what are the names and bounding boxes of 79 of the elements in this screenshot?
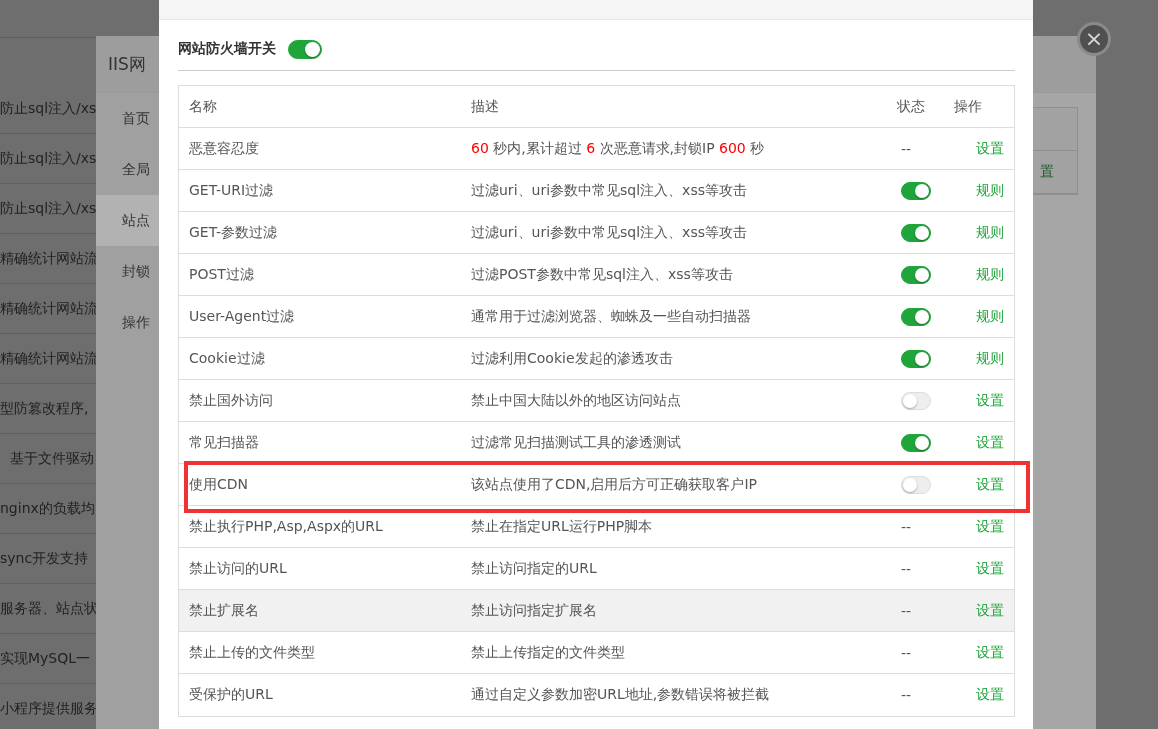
action-link[interactable]: 规则 <box>976 307 1004 324</box>
table-cell-text: 禁止上传的文件类型 <box>188 643 316 662</box>
table-cell-text: 禁止访问的URL <box>188 559 288 578</box>
action-link[interactable]: 设置 <box>976 139 1004 156</box>
table-cell-text: 过滤uri、uri参数中常见sql注入、xss等攻击 <box>470 223 748 242</box>
list-item-text: 基于文件驱动 <box>9 449 94 468</box>
status-text: -- <box>901 140 912 157</box>
column-header: 描述 <box>470 97 500 116</box>
toggle-switch[interactable] <box>901 265 931 284</box>
table-cell-text: User-Agent过滤 <box>188 307 296 326</box>
list-item-text: sync开发支持 <box>0 549 89 568</box>
table-cell-text: POST过滤 <box>188 265 255 284</box>
table-cell-text: 禁止国外访问 <box>188 391 274 410</box>
table-cell-text: 过滤uri、uri参数中常见sql注入、xss等攻击 <box>470 181 748 200</box>
list-item-text: 型防篡改程序, <box>0 399 89 418</box>
table-cell-text: 禁止访问指定的URL <box>470 559 598 578</box>
menu-item[interactable]: 封锁 <box>96 246 159 297</box>
table-cell-text: 禁止上传指定的文件类型 <box>470 643 626 662</box>
action-link[interactable]: 设置 <box>976 686 1004 702</box>
table-cell-text: 60 秒内,累计超过 6 次恶意请求,封锁IP 600 秒 <box>470 139 766 158</box>
table-cell-text: 通常用于过滤浏览器、蜘蛛及一些自动扫描器 <box>470 307 752 326</box>
status-text: -- <box>901 560 912 577</box>
table-cell-text: 过滤利用Cookie发起的渗透攻击 <box>470 349 674 368</box>
status-text: -- <box>901 602 912 619</box>
status-text: -- <box>901 518 912 535</box>
toggle-switch[interactable] <box>901 349 931 368</box>
action-link[interactable]: 规则 <box>976 223 1004 240</box>
action-link[interactable]: 设置 <box>976 433 1004 450</box>
toggle-switch[interactable] <box>288 39 322 59</box>
list-item-text: nginx的负载均 <box>0 499 95 518</box>
column-header: 操作 <box>953 97 983 116</box>
menu-item[interactable]: 首页 <box>96 93 159 144</box>
list-item-text: 小程序提供服务 <box>0 699 98 718</box>
action-link[interactable]: 设置 <box>976 643 1004 660</box>
menu-item[interactable]: 全局 <box>96 144 159 195</box>
table-cell-text: 过滤POST参数中常见sql注入、xss等攻击 <box>470 265 734 284</box>
action-link[interactable]: 设置 <box>976 391 1004 408</box>
table-cell-text: 禁止访问指定扩展名 <box>470 601 598 620</box>
status-text: -- <box>901 644 912 661</box>
table-cell-text: 恶意容忍度 <box>188 139 260 158</box>
menu-item[interactable]: 站点 <box>96 195 159 246</box>
action-link[interactable]: 规则 <box>976 265 1004 282</box>
action-link[interactable]: 设置 <box>976 601 1004 618</box>
action-link[interactable]: 设置 <box>976 559 1004 576</box>
column-header: 名称 <box>188 97 218 116</box>
table-cell-text: 禁止中国大陆以外的地区访问站点 <box>470 391 682 410</box>
action-link[interactable]: 设置 <box>976 517 1004 534</box>
list-item-text: 防止sql注入/xs <box>0 149 97 168</box>
list-item-text: 实现MySQL一 <box>0 649 91 668</box>
toggle-switch[interactable] <box>901 223 931 242</box>
close-button[interactable]: × <box>1077 22 1111 56</box>
table-cell-text: 该站点使用了CDN,启用后方可正确获取客户IP <box>470 475 759 494</box>
table-cell-text: 受保护的URL <box>188 686 274 704</box>
list-item-text: 防止sql注入/xs <box>0 99 97 118</box>
toggle-switch[interactable] <box>901 181 931 200</box>
table-cell-text: 通过自定义参数加密URL地址,参数错误将被拦截 <box>470 686 771 704</box>
list-item-text: 防止sql注入/xs <box>0 199 97 218</box>
toggle-switch[interactable] <box>901 433 931 452</box>
table-cell-text: 常见扫描器 <box>188 433 260 452</box>
menu-item[interactable]: 操作 <box>96 297 159 348</box>
table-cell-text: 禁止执行PHP,Asp,Aspx的URL <box>188 517 384 536</box>
table-cell-text: 禁止扩展名 <box>188 601 260 620</box>
table-cell: 置 <box>1040 163 1054 181</box>
status-text: -- <box>901 687 912 703</box>
table-cell-text: Cookie过滤 <box>188 349 266 368</box>
table-cell-text: 禁止在指定URL运行PHP脚本 <box>470 517 654 536</box>
toggle-switch[interactable] <box>901 307 931 326</box>
list-item-text: 精确统计网站流 <box>0 249 98 268</box>
table-cell-text: GET-URI过滤 <box>188 181 275 200</box>
table-cell-text: GET-参数过滤 <box>188 223 278 242</box>
table-cell-text: 过滤常见扫描测试工具的渗透测试 <box>470 433 682 452</box>
column-header: 状态 <box>896 97 926 116</box>
list-item-text: 精确统计网站流 <box>0 299 98 318</box>
action-link[interactable]: 规则 <box>976 349 1004 366</box>
list-item-text: 精确统计网站流 <box>0 349 98 368</box>
action-link[interactable]: 规则 <box>976 181 1004 198</box>
switch-label: 网站防火墙开关 <box>178 40 276 58</box>
action-link[interactable]: 设置 <box>976 475 1004 492</box>
table-cell-text: 使用CDN <box>188 475 250 494</box>
